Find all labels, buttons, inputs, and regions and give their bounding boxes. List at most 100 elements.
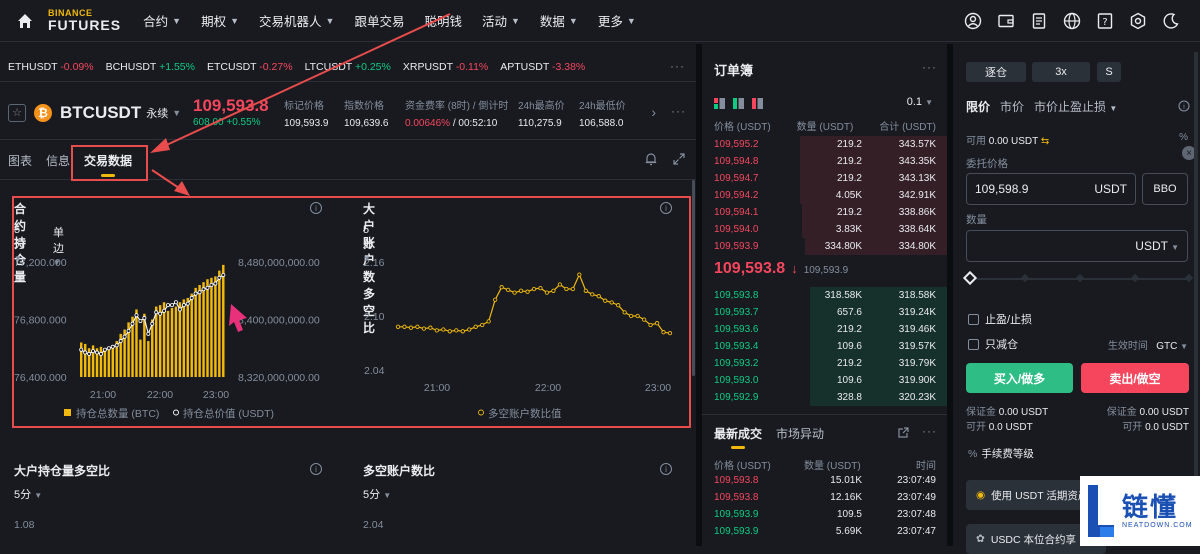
- asks-row[interactable]: 109,594.8 219.2 343.35K: [702, 153, 947, 170]
- orderbook-more-icon[interactable]: ···: [922, 60, 937, 74]
- ticker-item[interactable]: ETHUSDT -0.09%: [8, 61, 94, 73]
- tab-info[interactable]: 信息: [46, 152, 70, 169]
- settings-icon[interactable]: [1129, 12, 1147, 30]
- reduce-only-checkbox[interactable]: 只减仓: [968, 336, 1018, 352]
- bids-row[interactable]: 109,592.9 328.8 320.23K: [702, 389, 947, 406]
- asks-row[interactable]: 109,595.2 219.2 343.57K: [702, 136, 947, 153]
- tab-stop-market[interactable]: 市价止盈止损 ▼: [1034, 98, 1117, 115]
- chevron-down-icon: ▼: [626, 15, 636, 26]
- bids-row[interactable]: 109,593.7 657.6 319.24K: [702, 304, 947, 321]
- bottom-left-title: 大户持仓量多空比: [14, 464, 111, 478]
- ticker-item[interactable]: ETCUSDT -0.27%: [207, 61, 293, 73]
- binance-futures-logo[interactable]: BINANCE FUTURES: [48, 9, 121, 33]
- symbol-dropdown-icon[interactable]: ▼: [172, 108, 181, 118]
- orders-icon[interactable]: [1030, 12, 1048, 30]
- watermark-site: NEATDOWN.COM: [1122, 521, 1193, 529]
- bids-row[interactable]: 109,593.2 219.2 319.79K: [702, 355, 947, 372]
- tab-limit[interactable]: 限价: [966, 98, 990, 115]
- ticker-strip: ETHUSDT -0.09% BCHUSDT +1.55% ETCUSDT -0.2…: [0, 52, 696, 82]
- bell-icon[interactable]: [644, 152, 658, 166]
- info-circle-icon[interactable]: i: [1178, 100, 1190, 112]
- nav-item-1[interactable]: 期权 ▼: [201, 11, 239, 30]
- sell-short-button[interactable]: 卖出/做空: [1081, 363, 1189, 393]
- price-change: 608.00 +0.55%: [193, 117, 261, 128]
- quantity-slider[interactable]: [962, 270, 1194, 286]
- asks-row[interactable]: 109,593.9 334.80K 334.80K: [702, 238, 947, 255]
- favorite-star-icon[interactable]: ☆: [8, 103, 26, 122]
- bottom-left-interval-select[interactable]: 5分 ▼: [14, 486, 42, 502]
- ticker-item[interactable]: BCHUSDT +1.55%: [106, 61, 195, 73]
- asks-row[interactable]: 109,594.2 4.05K 342.91K: [702, 187, 947, 204]
- info-icon[interactable]: i: [660, 463, 672, 475]
- info-icon[interactable]: i: [310, 463, 322, 475]
- view-both-icon[interactable]: [714, 98, 725, 109]
- percent-icon[interactable]: %: [1179, 132, 1188, 143]
- help-icon[interactable]: ?: [1096, 12, 1114, 30]
- transfer-icon[interactable]: ⇆: [1041, 136, 1049, 147]
- asks-row[interactable]: 109,594.0 3.83K 338.64K: [702, 221, 947, 238]
- stat-24h-low: 24h最低价 106,588.0: [579, 101, 626, 129]
- time-in-force-select[interactable]: 生效时间 GTC ▼: [1108, 337, 1188, 352]
- globe-icon[interactable]: [1063, 12, 1081, 30]
- price-input[interactable]: 109,598.9 USDT: [966, 173, 1136, 205]
- view-asks-icon[interactable]: [752, 98, 763, 109]
- nav-item-4[interactable]: 聪明钱: [424, 11, 462, 30]
- tab-market[interactable]: 市价: [1000, 98, 1024, 115]
- bids-row[interactable]: 109,593.0 109.6 319.90K: [702, 372, 947, 389]
- scrollbar[interactable]: [692, 180, 695, 376]
- scrollbar[interactable]: [1194, 52, 1198, 502]
- wallet-icon[interactable]: [997, 12, 1015, 30]
- nav-item-0[interactable]: 合约 ▼: [143, 11, 181, 30]
- nav-item-6[interactable]: 数据 ▼: [540, 11, 578, 30]
- bids-row[interactable]: 109,593.6 219.2 319.46K: [702, 321, 947, 338]
- tab-market-movers[interactable]: 市场异动: [776, 425, 824, 442]
- buy-long-button[interactable]: 买入/做多: [966, 363, 1073, 393]
- bottom-right-interval-select[interactable]: 5分 ▼: [363, 486, 391, 502]
- last-price: 109,593.8: [193, 96, 269, 115]
- expand-icon[interactable]: [672, 152, 686, 166]
- bids-row[interactable]: 109,593.8 318.58K 318.58K: [702, 287, 947, 304]
- tab-chart[interactable]: 图表: [8, 152, 32, 169]
- stat-mark-price: 标记价格 109,593.9: [284, 101, 329, 129]
- view-bids-icon[interactable]: [733, 98, 744, 109]
- tab-recent-trades[interactable]: 最新成交: [714, 425, 762, 449]
- leverage-button[interactable]: 3x: [1032, 62, 1090, 82]
- asks-row[interactable]: 109,594.7 219.2 343.13K: [702, 170, 947, 187]
- theme-moon-icon[interactable]: [1162, 12, 1180, 30]
- external-link-icon[interactable]: [897, 427, 909, 439]
- user-icon[interactable]: [964, 12, 982, 30]
- order-book: 订单簿 ··· 0.1 ▼ 价格 (USDT) 数量 (USDT) 合计 (US…: [702, 52, 947, 410]
- margin-mode-button[interactable]: 逐仓: [966, 62, 1026, 82]
- nav-item-2[interactable]: 交易机器人 ▼: [259, 11, 334, 30]
- asset-mode-button[interactable]: S: [1097, 62, 1121, 82]
- fee-level-link[interactable]: % 手续费等级: [968, 446, 1034, 461]
- trades-more-icon[interactable]: ···: [922, 424, 937, 438]
- chevron-down-icon: ▼: [510, 15, 520, 26]
- ticker-item[interactable]: APTUSDT -3.38%: [500, 61, 585, 73]
- qty-unit-select[interactable]: USDT ▼: [1135, 239, 1179, 253]
- nav-item-3[interactable]: 跟单交易: [354, 11, 404, 30]
- symbol-name[interactable]: BTCUSDT: [60, 103, 141, 123]
- nav-item-7[interactable]: 更多 ▼: [598, 11, 636, 30]
- tpsl-checkbox[interactable]: 止盈/止损: [968, 311, 1032, 327]
- symbol-bar: ☆ ₿ BTCUSDT 永续 ▼ 109,593.8 608.00 +0.55%…: [0, 86, 696, 140]
- chevron-down-icon: ▼: [172, 15, 182, 26]
- symbol-more-icon[interactable]: ···: [671, 104, 686, 118]
- home-icon[interactable]: [16, 12, 34, 30]
- asks-row[interactable]: 109,594.1 219.2 338.86K: [702, 204, 947, 221]
- bids-row[interactable]: 109,593.4 109.6 319.57K: [702, 338, 947, 355]
- slider-handle[interactable]: [962, 270, 978, 286]
- nav-item-5[interactable]: 活动 ▼: [482, 11, 520, 30]
- bbo-button[interactable]: BBO: [1142, 173, 1188, 205]
- max-open-buy: 可开 0.0 USDT: [966, 422, 1033, 433]
- trade-row: 109,593.8 12.16K 23:07:49: [714, 492, 936, 503]
- chevron-right-icon[interactable]: ›: [651, 104, 656, 120]
- precision-select[interactable]: 0.1 ▼: [907, 96, 933, 108]
- quantity-input[interactable]: USDT ▼: [966, 230, 1188, 262]
- annotation-highlight-box: [12, 196, 691, 428]
- orderbook-mid-price[interactable]: 109,593.8 ↓ 109,593.9: [714, 260, 848, 278]
- ticker-item[interactable]: LTCUSDT +0.25%: [305, 61, 391, 73]
- ticker-item[interactable]: XRPUSDT -0.11%: [403, 61, 488, 73]
- ticker-more-icon[interactable]: ···: [670, 59, 685, 73]
- price-label: 委托价格: [966, 158, 1008, 170]
